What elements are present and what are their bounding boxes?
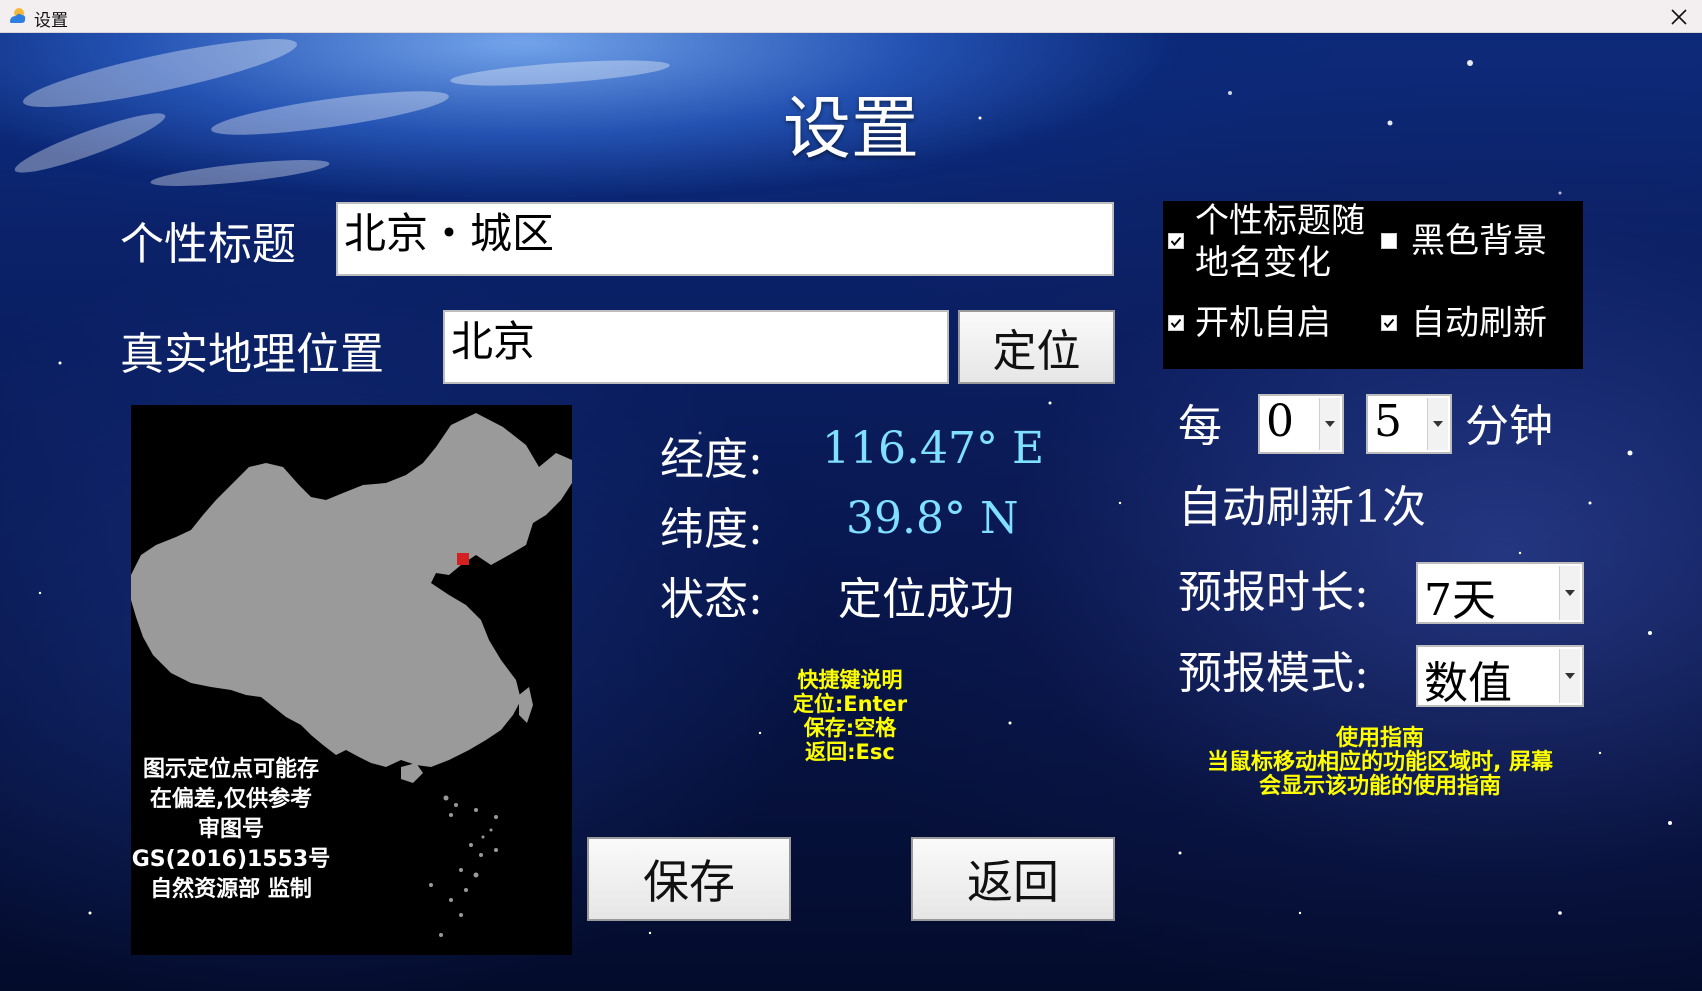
- check-icon: [1170, 318, 1182, 329]
- map-disclaimer: 图示定位点可能存 在偏差,仅供参考 审图号 GS(2016)1553号 自然资源…: [131, 755, 331, 905]
- refresh-suffix-label: 自动刷新1次: [1178, 482, 1426, 533]
- every-label: 每: [1178, 401, 1222, 452]
- status-value: 定位成功: [838, 574, 1014, 625]
- weather-app-icon: [10, 8, 26, 23]
- shortcut-title: 快捷键说明: [797, 668, 903, 692]
- dropdown-arrow-icon: [1559, 566, 1580, 620]
- forecast-mode-value: 数值: [1424, 658, 1512, 709]
- check-icon: [1383, 318, 1395, 329]
- autorefresh-label: 自动刷新: [1411, 303, 1547, 343]
- locate-button[interactable]: 定位: [958, 310, 1115, 384]
- title-follow-checkbox[interactable]: [1168, 233, 1184, 249]
- minutes-select-value: 5: [1374, 396, 1402, 447]
- custom-title-label: 个性标题: [120, 219, 296, 270]
- close-button[interactable]: [1656, 0, 1702, 33]
- hours-select[interactable]: 0: [1258, 394, 1344, 454]
- real-location-input[interactable]: 北京: [443, 310, 949, 384]
- save-button[interactable]: 保存: [587, 837, 791, 921]
- status-label: 状态:: [660, 574, 763, 625]
- forecast-duration-select[interactable]: 7天: [1416, 562, 1584, 626]
- taiwan-island: [519, 687, 533, 723]
- longitude-label: 经度:: [660, 434, 763, 485]
- shortcut-line-save: 保存:空格: [803, 716, 897, 740]
- latitude-label: 纬度:: [660, 504, 763, 555]
- usage-guide: 使用指南 当鼠标移动相应的功能区域时, 屏幕 会显示该功能的使用指南: [1150, 727, 1610, 799]
- autostart-label: 开机自启: [1195, 303, 1331, 343]
- check-icon: [1170, 236, 1182, 247]
- back-button[interactable]: 返回: [911, 837, 1115, 921]
- location-marker: [457, 553, 469, 565]
- window-title: 设置: [34, 11, 68, 31]
- latitude-value: 39.8° N: [846, 493, 1019, 544]
- south-sea-islands: [429, 795, 498, 937]
- autorefresh-checkbox[interactable]: [1381, 315, 1397, 331]
- black-background-label: 黑色背景: [1411, 221, 1547, 261]
- forecast-mode-select[interactable]: 数值: [1416, 645, 1584, 709]
- hours-select-value: 0: [1266, 396, 1294, 447]
- usage-guide-line-1: 当鼠标移动相应的功能区域时, 屏幕: [1206, 750, 1554, 775]
- window-titlebar: 设置: [0, 0, 1702, 33]
- forecast-duration-value: 7天: [1424, 575, 1496, 626]
- map-note-line-4: GS(2016)1553号: [131, 847, 331, 872]
- close-icon: [1671, 8, 1687, 25]
- dropdown-arrow-icon: [1559, 649, 1580, 703]
- map-note-line-2: 在偏差,仅供参考: [149, 787, 313, 812]
- minutes-select[interactable]: 5: [1366, 394, 1452, 454]
- title-follow-label-line1: 个性标题随: [1195, 201, 1365, 241]
- autostart-checkbox[interactable]: [1168, 315, 1184, 331]
- hainan-island: [401, 763, 423, 783]
- shortcut-line-locate: 定位:Enter: [792, 692, 908, 716]
- usage-guide-line-2: 会显示该功能的使用指南: [1258, 774, 1501, 799]
- map-note-line-1: 图示定位点可能存: [142, 757, 319, 782]
- china-land-shape: [131, 413, 572, 767]
- real-location-label: 真实地理位置: [120, 329, 384, 380]
- longitude-value: 116.47° E: [822, 423, 1045, 474]
- page-title: 设置: [782, 90, 919, 169]
- options-panel: 个性标题随 地名变化 黑色背景 开机自启 自动刷新: [1163, 201, 1583, 369]
- forecast-duration-label: 预报时长:: [1178, 567, 1369, 618]
- map-note-line-5: 自然资源部 监制: [150, 877, 312, 902]
- minutes-unit-label: 分钟: [1465, 401, 1553, 452]
- forecast-mode-label: 预报模式:: [1178, 648, 1369, 699]
- custom-title-input[interactable]: 北京・城区: [336, 202, 1114, 276]
- dropdown-arrow-icon: [1319, 398, 1340, 450]
- dropdown-arrow-icon: [1427, 398, 1448, 450]
- settings-panel: 设置 个性标题 北京・城区 真实地理位置 北京 定位 图示定位点可能存 在偏差,…: [0, 33, 1702, 991]
- black-background-checkbox[interactable]: [1381, 233, 1397, 249]
- title-follow-label-line2: 地名变化: [1195, 243, 1331, 283]
- usage-guide-title: 使用指南: [1335, 726, 1424, 751]
- china-map: 图示定位点可能存 在偏差,仅供参考 审图号 GS(2016)1553号 自然资源…: [131, 405, 572, 955]
- shortcut-line-back: 返回:Esc: [805, 740, 895, 764]
- map-note-line-3: 审图号: [197, 817, 264, 842]
- shortcut-help: 快捷键说明 定位:Enter 保存:空格 返回:Esc: [750, 668, 950, 764]
